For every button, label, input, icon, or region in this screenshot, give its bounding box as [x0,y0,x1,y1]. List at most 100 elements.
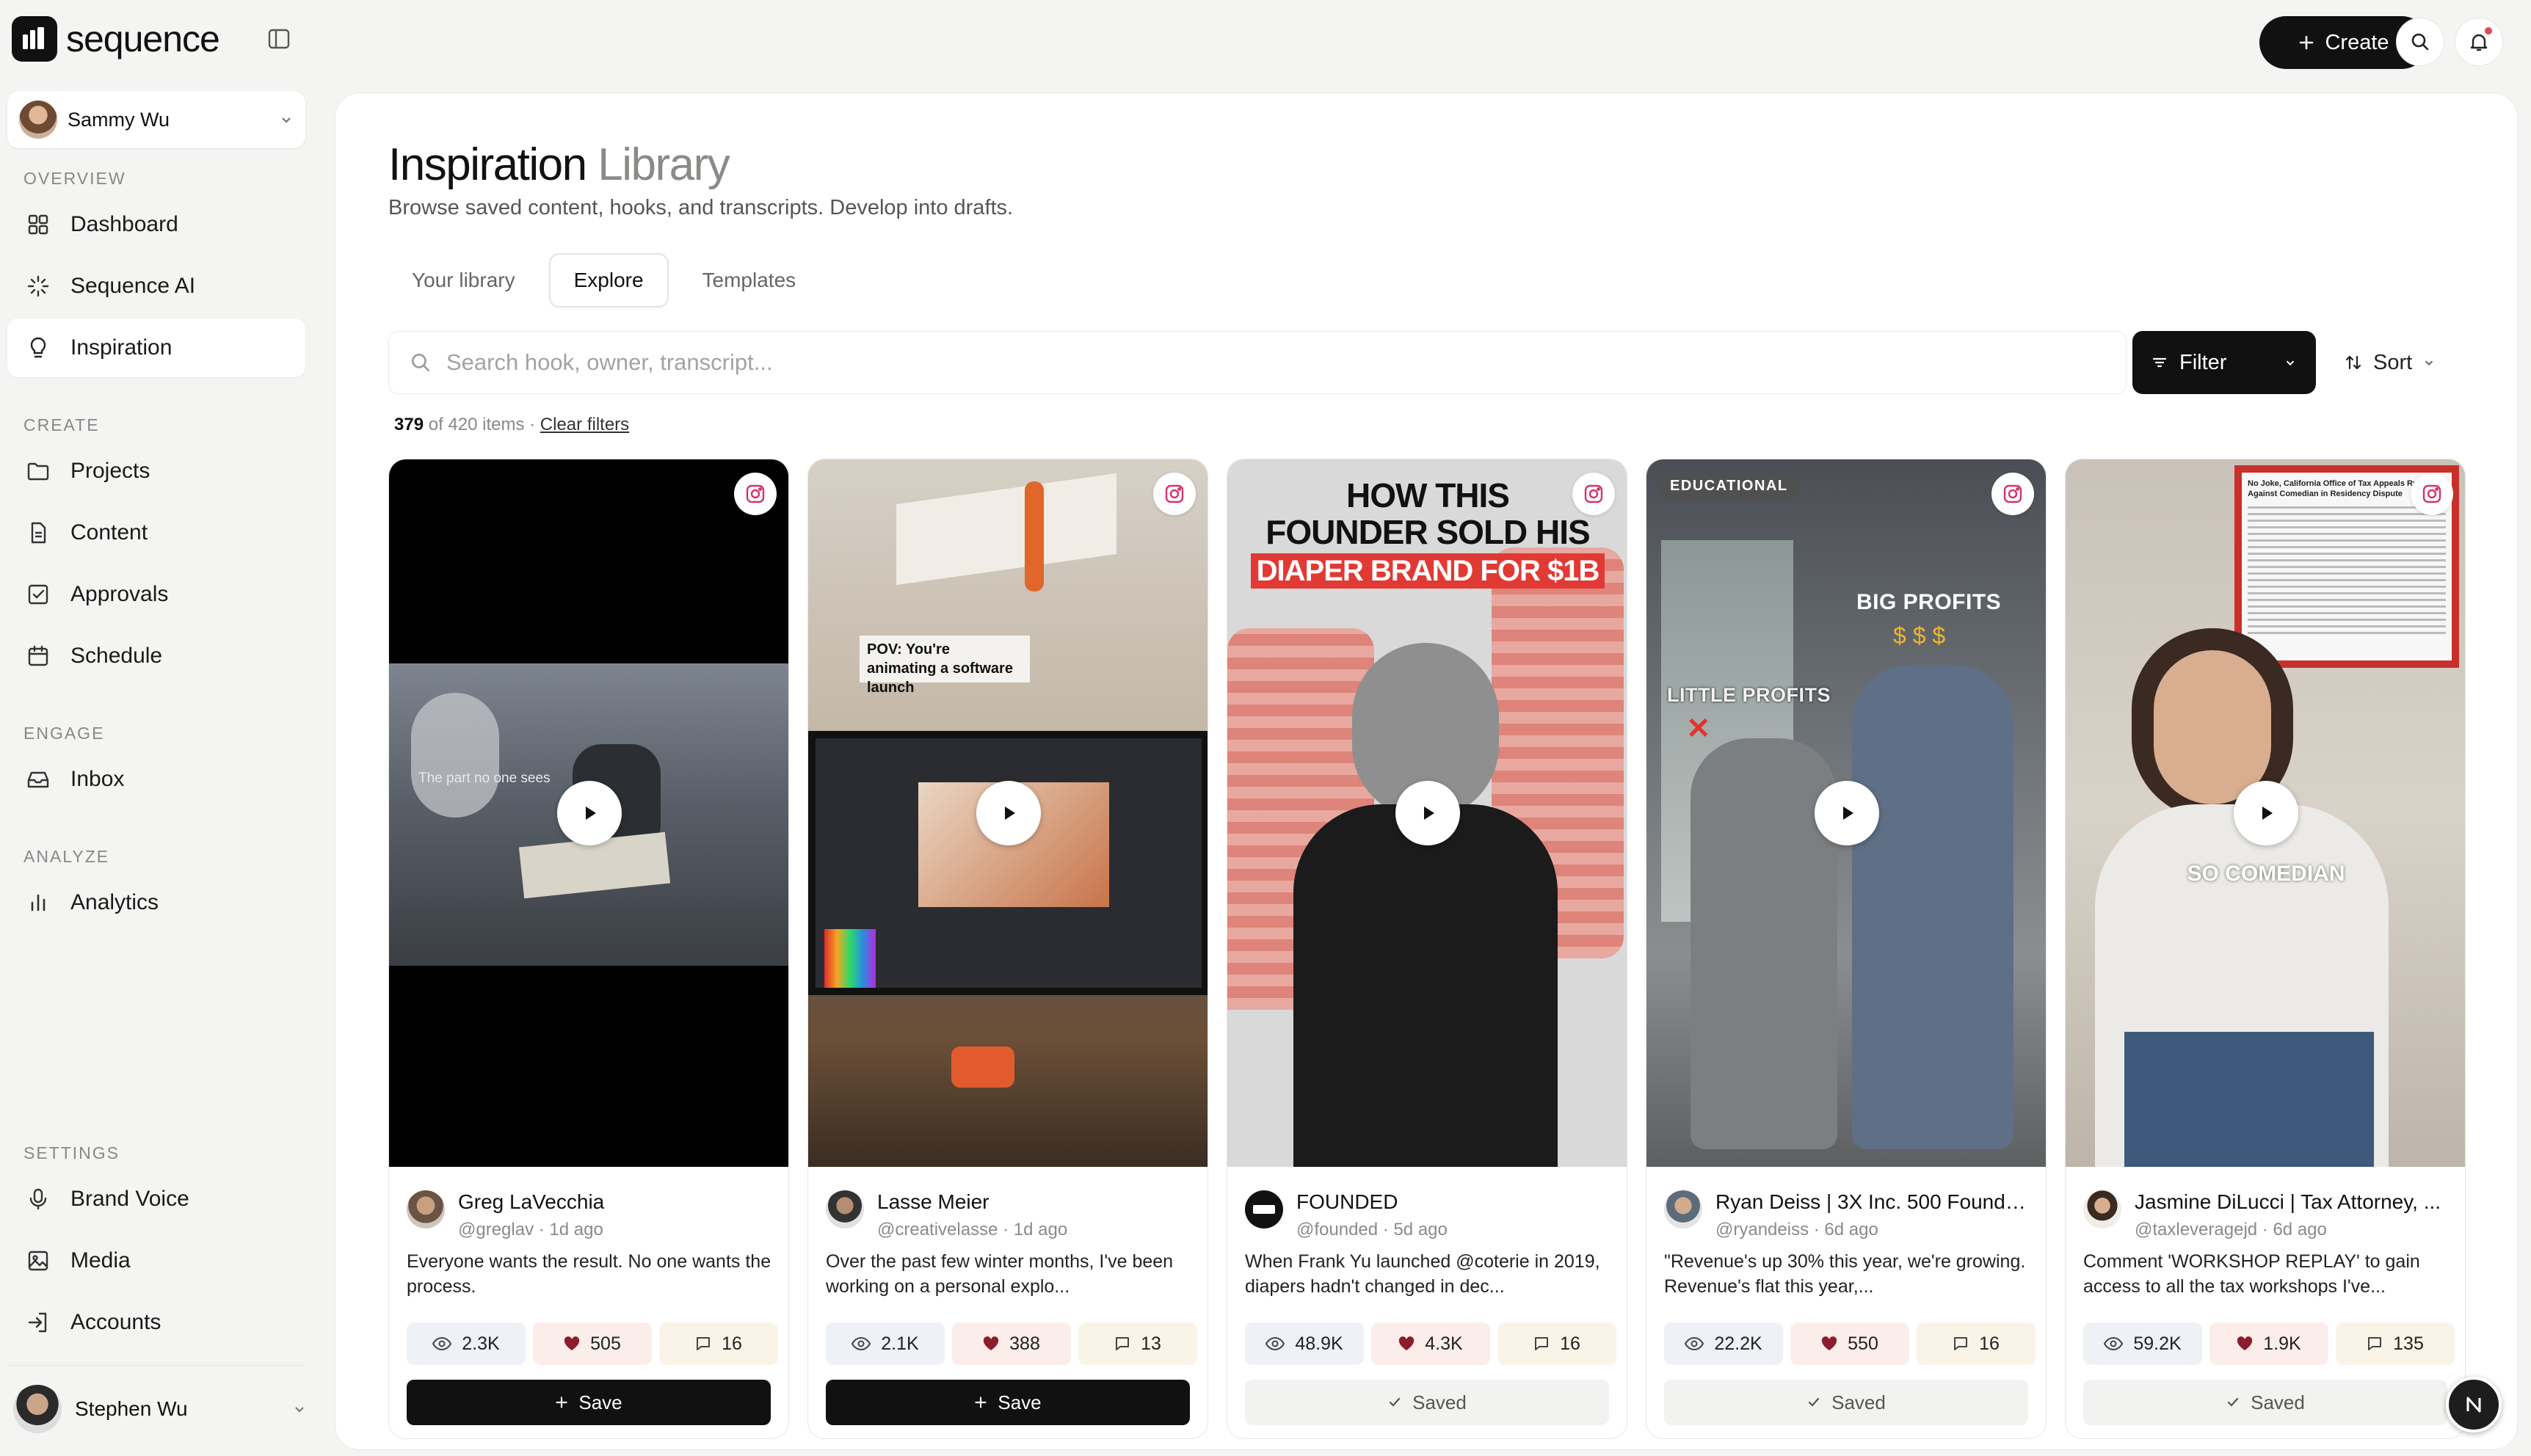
sidebar-item-label: Brand Voice [70,1187,189,1211]
video-thumbnail[interactable]: No Joke, California Office of Tax Appeal… [2066,459,2465,1167]
heart-icon [564,1336,580,1350]
content-card[interactable]: EDUCATIONAL BIG PROFITS $ $ $ LITTLE PRO… [1646,459,2047,1439]
person-left-shape [1691,738,1837,1149]
title-main: Inspiration [388,139,587,190]
owner-name[interactable]: Lasse Meier [877,1190,1193,1214]
eye-icon [1266,1336,1285,1351]
sort-button[interactable]: Sort [2328,331,2466,394]
tab-explore[interactable]: Explore [548,253,669,307]
video-thumbnail[interactable]: HOW THIS FOUNDER SOLD HIS DIAPER BRAND F… [1227,459,1627,1167]
play-icon [1005,807,1015,820]
video-thumbnail[interactable]: The part no one sees [389,459,788,1167]
save-label: Save [578,1391,622,1413]
saved-button[interactable]: Saved [1664,1380,2028,1425]
notifications-button[interactable] [2455,18,2503,66]
saved-button[interactable]: Saved [1245,1380,1609,1425]
owner-avatar [1664,1190,1702,1228]
comment-icon [1116,1337,1130,1350]
save-button[interactable]: Save [826,1380,1190,1425]
card-caption: Over the past few winter months, I've be… [826,1251,1174,1297]
sidebar-item-brand-voice[interactable]: Brand Voice [7,1170,305,1228]
sidebar-item-sequence-ai[interactable]: Sequence AI [7,257,305,316]
sidebar-item-label: Projects [70,459,150,483]
plus-icon [2300,35,2314,50]
sidebar-item-inspiration[interactable]: Inspiration [7,318,305,377]
figure-shape [1025,481,1044,592]
chevron-down-icon [282,117,291,123]
play-button[interactable] [557,781,622,845]
video-overlay-text: The part no one sees [418,771,551,786]
content-card[interactable]: The part no one sees Greg LaVecchia @greg… [388,459,789,1439]
play-button[interactable] [2234,781,2298,845]
likes-stat: 388 [952,1322,1071,1365]
owner-name[interactable]: Ryan Deiss | 3X Inc. 500 Founde... [1715,1190,2031,1214]
sidebar-item-projects[interactable]: Projects [7,442,305,500]
sort-label: Sort [2373,350,2413,374]
play-button[interactable] [1815,781,1879,845]
content-card[interactable]: No Joke, California Office of Tax Appeal… [2065,459,2466,1439]
card-owner: Greg LaVecchia @greglav · 1d ago [407,1190,774,1240]
tab-templates[interactable]: Templates [679,253,820,307]
plus-icon [556,1397,567,1408]
play-button[interactable] [976,781,1041,845]
sidebar-item-label: Inspiration [70,335,173,360]
workspace-name: Sammy Wu [68,108,170,131]
sidebar-item-dashboard[interactable]: Dashboard [7,195,305,254]
owner-name[interactable]: FOUNDED [1296,1190,1612,1214]
owner-name[interactable]: Jasmine DiLucci | Tax Attorney, ... [2135,1190,2450,1214]
sidebar-item-label: Inbox [70,767,125,791]
video-thumbnail[interactable]: EDUCATIONAL BIG PROFITS $ $ $ LITTLE PRO… [1646,459,2046,1167]
sidebar-item-accounts[interactable]: Accounts [7,1293,305,1352]
play-icon [2262,807,2273,820]
chevron-down-icon [2425,360,2433,366]
sidebar-item-label: Dashboard [70,212,178,236]
video-thumbnail[interactable]: POV: You're animating a software launch [808,459,1208,1167]
sidebar-item-analytics[interactable]: Analytics [7,873,305,932]
workspace-avatar [19,101,57,139]
tab-your-library[interactable]: Your library [388,253,539,307]
section-create: CREATE [23,415,100,434]
sidebar-divider [7,1365,305,1366]
collapse-sidebar-button[interactable] [264,26,294,51]
person-body-shape [1293,804,1558,1167]
sidebar-item-content[interactable]: Content [7,503,305,562]
section-overview: OVERVIEW [23,169,126,188]
check-icon [2228,1397,2239,1407]
owner-name[interactable]: Greg LaVecchia [458,1190,774,1214]
help-button[interactable] [2446,1377,2502,1433]
views-count: 2.1K [881,1333,919,1354]
heart-icon [1821,1336,1837,1350]
sidebar-item-inbox[interactable]: Inbox [7,750,305,809]
sidebar-item-media[interactable]: Media [7,1231,305,1290]
heart-icon [1399,1336,1415,1350]
instagram-icon [734,473,777,515]
money-bags-icon: $ $ $ [1893,622,1946,649]
views-stat: 2.3K [407,1322,526,1365]
search-input[interactable] [446,349,2126,376]
saved-button[interactable]: Saved [2083,1380,2447,1425]
search-bar [388,331,2127,394]
content-card[interactable]: HOW THIS FOUNDER SOLD HIS DIAPER BRAND F… [1227,459,1627,1439]
monitor-shape [808,731,1208,995]
filter-button[interactable]: Filter [2132,331,2316,394]
check-icon [1809,1397,1820,1407]
red-x-icon: ✕ [1686,713,1711,745]
owner-avatar [2083,1190,2121,1228]
content-card[interactable]: POV: You're animating a software launch … [807,459,1208,1439]
user-menu[interactable]: Stephen Wu [13,1383,307,1435]
sparkle-icon [25,273,51,299]
sidebar-item-approvals[interactable]: Approvals [7,565,305,624]
play-button[interactable] [1395,781,1460,845]
saved-label: Saved [1412,1391,1467,1413]
views-stat: 59.2K [2083,1322,2202,1365]
card-stats: 2.3K 505 16 [407,1322,778,1365]
workspace-switcher[interactable]: Sammy Wu [7,91,305,148]
clear-filters-link[interactable]: Clear filters [540,415,629,434]
save-button[interactable]: Save [407,1380,771,1425]
views-count: 2.3K [462,1333,500,1354]
global-search-button[interactable] [2396,18,2444,66]
app-logo[interactable]: sequence [12,16,220,62]
eye-icon [432,1336,452,1351]
sidebar-item-schedule[interactable]: Schedule [7,627,305,685]
comments-count: 135 [2393,1333,2424,1354]
